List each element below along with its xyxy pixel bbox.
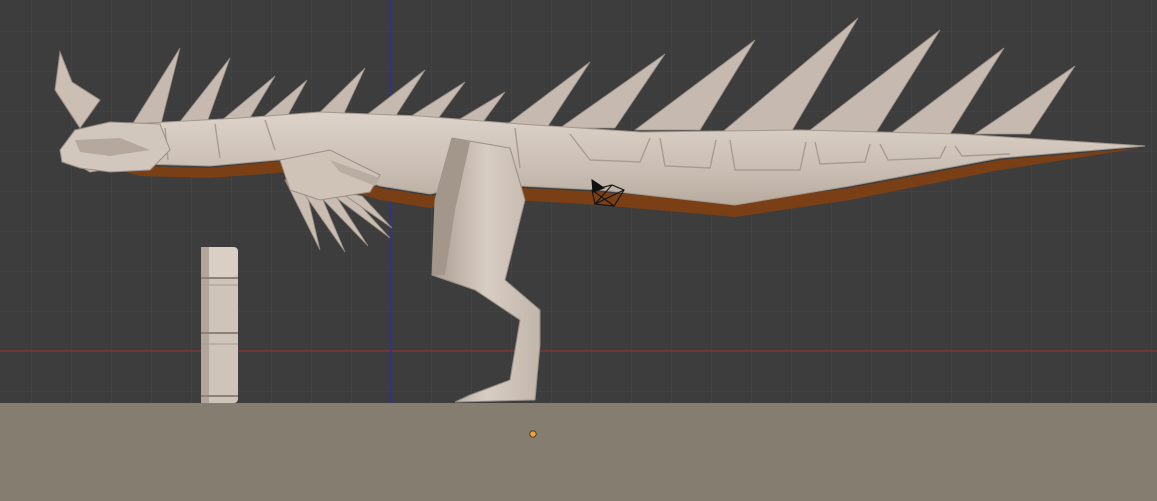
ground-plane[interactable] — [0, 403, 1157, 501]
3d-viewport[interactable] — [0, 0, 1157, 501]
viewport-canvas[interactable] — [0, 0, 1157, 501]
object-origin-marker[interactable] — [529, 430, 537, 438]
reference-pillar[interactable] — [201, 247, 238, 403]
